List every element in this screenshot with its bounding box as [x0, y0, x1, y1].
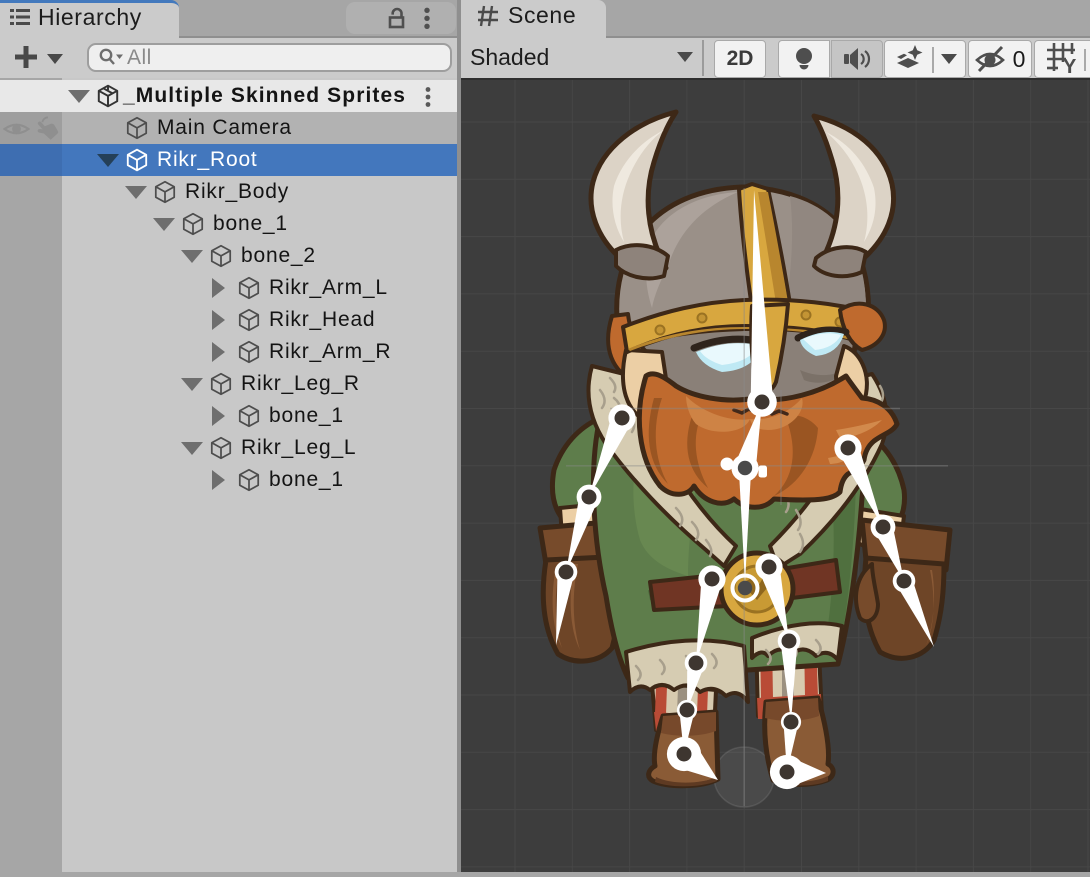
svg-text:Y: Y [1063, 56, 1077, 76]
